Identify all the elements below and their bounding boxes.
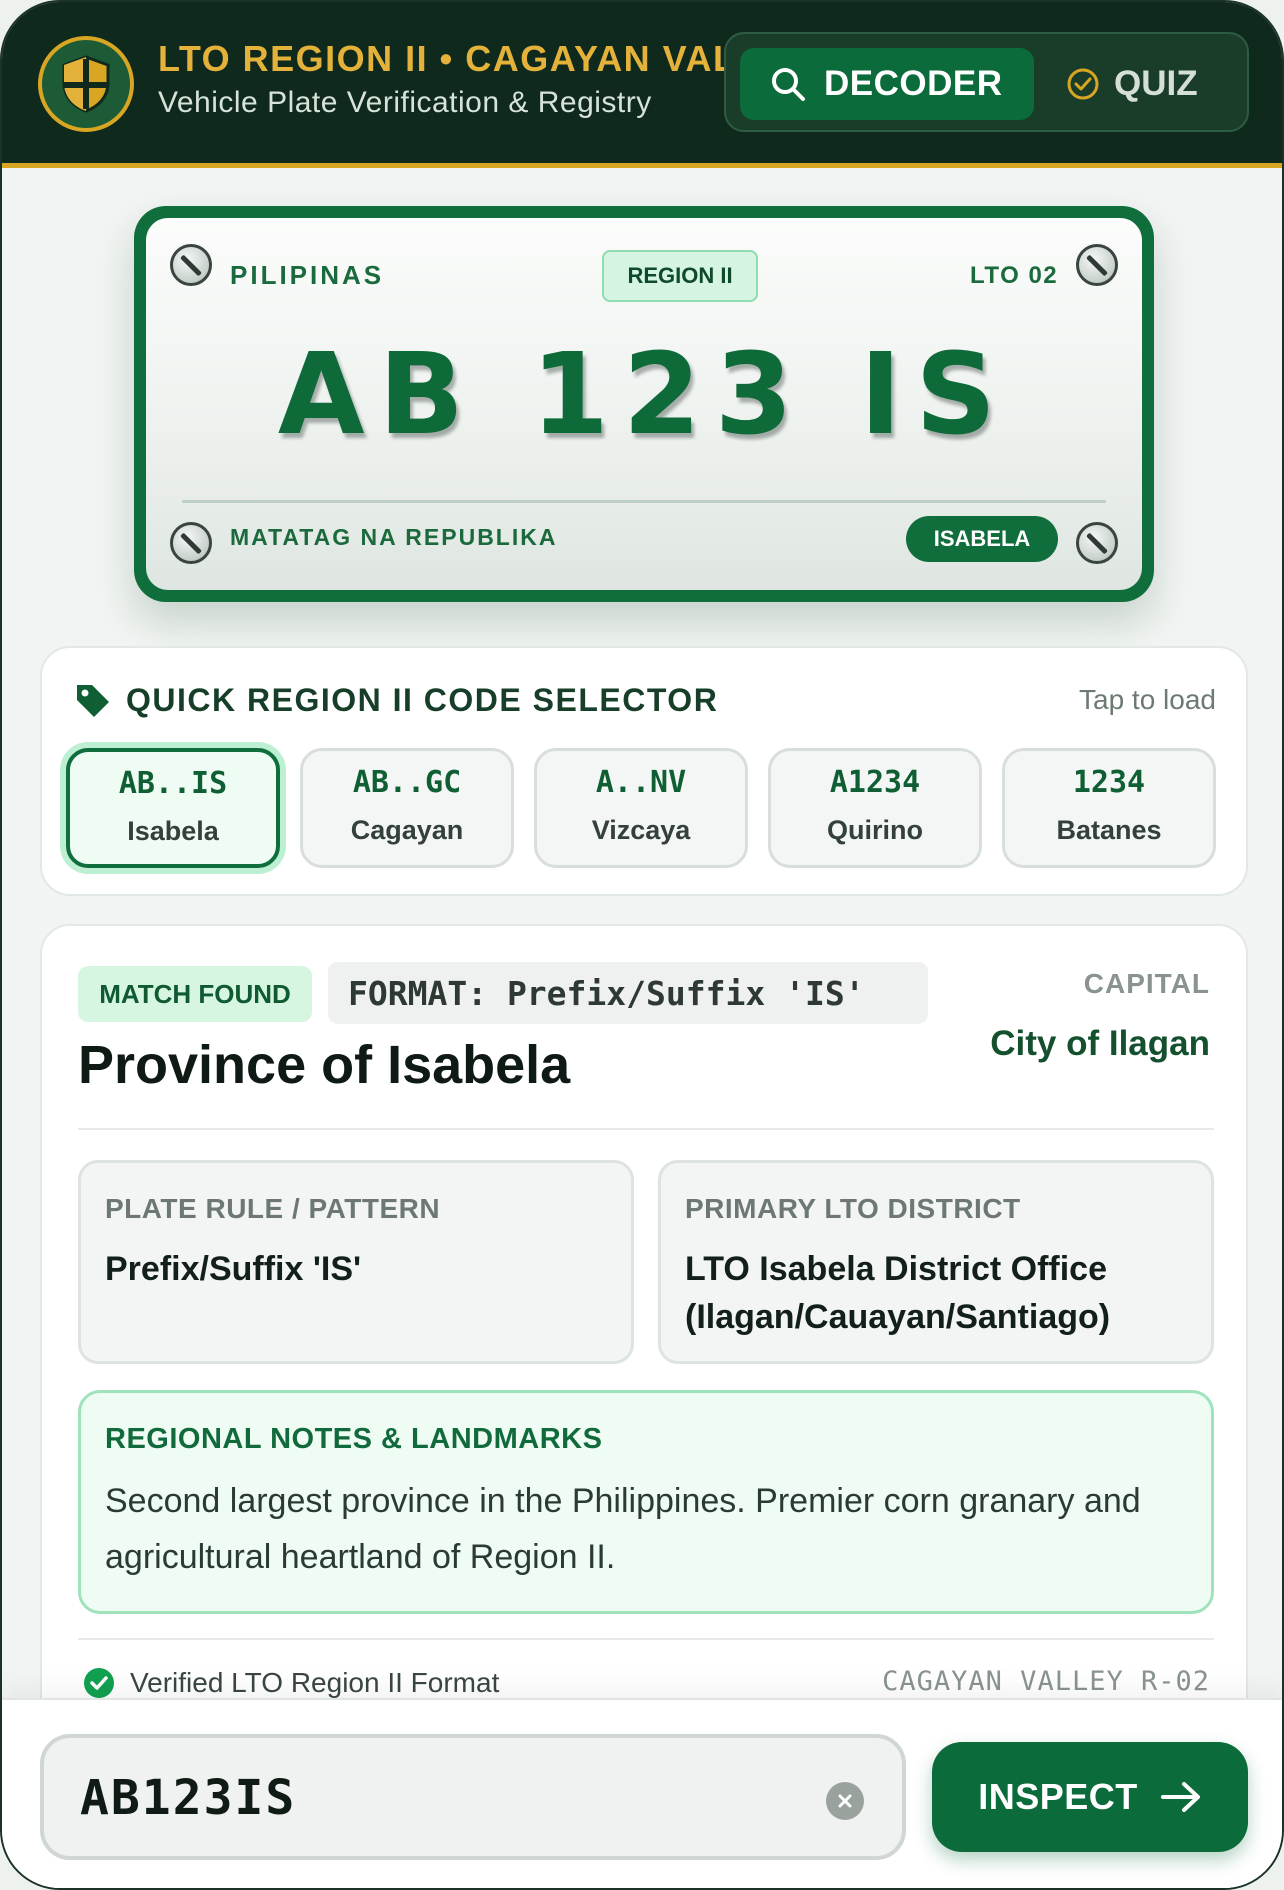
chip-name: Quirino (827, 815, 923, 845)
regional-notes-text: Second largest province in the Philippin… (105, 1482, 1141, 1576)
arrow-right-icon (1160, 1782, 1200, 1812)
app-subtitle: Vehicle Plate Verification & Registry (158, 86, 652, 119)
plate-rule-value: Prefix/Suffix 'IS' (105, 1250, 362, 1288)
plate-number-input[interactable] (80, 1758, 800, 1838)
lto-district-label: PRIMARY LTO DISTRICT (685, 1193, 1021, 1224)
chip-name: Isabela (127, 816, 219, 846)
screw-icon (170, 244, 212, 286)
regional-notes-label: REGIONAL NOTES & LANDMARKS (105, 1423, 603, 1455)
screw-icon (1076, 522, 1118, 564)
plate-rule-box: PLATE RULE / PATTERN Prefix/Suffix 'IS' (78, 1160, 634, 1364)
shield-logo-icon (38, 36, 134, 132)
result-divider (78, 1128, 1214, 1130)
chip-name: Cagayan (350, 815, 464, 845)
code-chip-isabela[interactable]: AB..IS Isabela (66, 748, 280, 868)
app-header: LTO REGION II • CAGAYAN VALLEY Vehicle P… (2, 2, 1282, 168)
plate-province-pill: ISABELA (906, 516, 1058, 562)
verified-text: Verified LTO Region II Format (130, 1667, 500, 1698)
lto-district-box: PRIMARY LTO DISTRICT LTO Isabela Distric… (658, 1160, 1214, 1364)
inspect-button-label: INSPECT (978, 1776, 1138, 1817)
code-chip-vizcaya[interactable]: A..NV Vizcaya (534, 748, 748, 868)
screw-icon (1076, 244, 1118, 286)
plate-motto: MATATAG NA REPUBLIKA (230, 524, 558, 550)
capital-label: CAPITAL (1083, 968, 1210, 999)
code-chip-cagayan[interactable]: AB..GC Cagayan (300, 748, 514, 868)
inspect-button[interactable]: INSPECT (932, 1742, 1248, 1852)
check-circle-icon (1067, 68, 1099, 100)
chip-code: 1234 (1072, 765, 1146, 800)
verified-status: Verified LTO Region II Format (82, 1666, 499, 1700)
format-badge: FORMAT: Prefix/Suffix 'IS' (328, 962, 928, 1024)
plate-country: PILIPINAS (230, 260, 385, 290)
chip-code: A1234 (829, 765, 921, 800)
clear-input-button[interactable] (826, 1782, 864, 1820)
tab-decoder[interactable]: DECODER (740, 48, 1034, 120)
chip-code: A..NV (595, 765, 687, 800)
chip-name: Vizcaya (591, 815, 691, 845)
plate-region-badge: REGION II (602, 250, 758, 302)
mode-tabs: DECODER QUIZ (724, 32, 1249, 132)
province-title: Province of Isabela (78, 1035, 571, 1095)
tab-decoder-label: DECODER (824, 64, 1003, 103)
verified-check-icon (84, 1668, 114, 1698)
plate-input-wrapper (40, 1734, 906, 1860)
tag-icon (77, 685, 109, 717)
app-title: LTO REGION II • CAGAYAN VALLEY (158, 38, 728, 79)
plate-number: AB 123 IS (277, 330, 1011, 460)
search-icon (772, 68, 805, 101)
chip-code: AB..IS (118, 766, 228, 801)
chip-code: AB..GC (352, 765, 462, 800)
chip-name: Batanes (1056, 815, 1162, 845)
region-code: CAGAYAN VALLEY R-02 (882, 1666, 1210, 1697)
code-selector-card: QUICK REGION II CODE SELECTOR Tap to loa… (40, 646, 1248, 896)
code-chip-quirino[interactable]: A1234 Quirino (768, 748, 982, 868)
selector-hint: Tap to load (1079, 684, 1216, 715)
screw-icon (170, 522, 212, 564)
capital-value: City of Ilagan (990, 1024, 1210, 1063)
result-divider (78, 1638, 1214, 1640)
plate-input-bar: INSPECT (2, 1698, 1282, 1888)
selector-title: QUICK REGION II CODE SELECTOR (126, 682, 719, 718)
plate-rule-label: PLATE RULE / PATTERN (105, 1193, 441, 1224)
regional-notes-box: REGIONAL NOTES & LANDMARKS Second larges… (78, 1390, 1214, 1614)
license-plate-face: PILIPINAS REGION II LTO 02 AB 123 IS MAT… (146, 218, 1142, 590)
code-chip-batanes[interactable]: 1234 Batanes (1002, 748, 1216, 868)
plate-office-code: LTO 02 (970, 262, 1059, 289)
plate-divider (182, 500, 1106, 503)
tab-quiz[interactable]: QUIZ (1066, 48, 1236, 120)
app-frame: LTO REGION II • CAGAYAN VALLEY Vehicle P… (0, 0, 1284, 1890)
close-icon (838, 1794, 852, 1808)
tab-quiz-label: QUIZ (1114, 64, 1198, 103)
match-status-badge: MATCH FOUND (78, 966, 312, 1022)
lto-district-value: LTO Isabela District Office (Ilagan/Caua… (685, 1250, 1111, 1336)
license-plate: PILIPINAS REGION II LTO 02 AB 123 IS MAT… (134, 206, 1154, 602)
